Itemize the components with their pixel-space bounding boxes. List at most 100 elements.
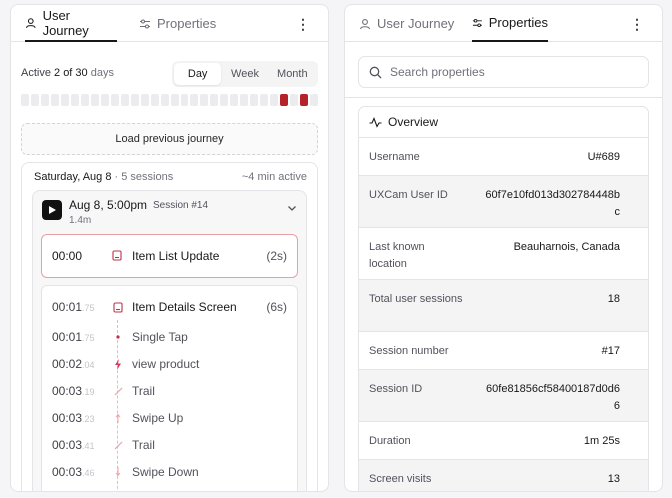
event-label: Item Details Screen <box>132 300 237 314</box>
active-duration: ~4 min active <box>241 171 307 183</box>
tab-label: Properties <box>488 15 548 30</box>
property-key: Screen visits <box>369 473 432 485</box>
day-cell[interactable] <box>160 94 169 106</box>
event-time: 00:03.46 <box>52 465 95 479</box>
day-cell[interactable] <box>240 94 249 106</box>
day-cell[interactable] <box>40 94 49 106</box>
more-options-icon[interactable]: ⋮ <box>628 15 646 33</box>
event-duration: (6s) <box>266 300 287 314</box>
day-cell[interactable] <box>50 94 59 106</box>
day-cell[interactable] <box>120 94 129 106</box>
property-value: 18 <box>607 293 620 305</box>
event-row[interactable]: 00:03.46 Swipe Down <box>42 461 297 483</box>
day-cell[interactable] <box>210 94 219 106</box>
arrow-up-icon <box>112 411 124 425</box>
property-value: 13 <box>607 473 620 485</box>
property-list: Username U#689 UXCam User ID 60f7e10fd013d3… <box>359 138 648 491</box>
property-row: Last known location Beauharnois, Canada <box>359 228 648 280</box>
activity-icon <box>369 116 382 128</box>
day-cell[interactable] <box>190 94 199 106</box>
day-date: Saturday, Aug 8 <box>34 171 112 183</box>
activity-day-bar <box>21 94 319 106</box>
screen-icon <box>112 250 122 264</box>
tab-user-journey[interactable]: User Journey <box>25 5 117 42</box>
property-value: 60fe81856cf58400187d0d66 <box>486 383 620 412</box>
dot-icon <box>112 330 124 344</box>
day-cell[interactable] <box>60 94 69 106</box>
sliders-icon <box>140 19 150 28</box>
play-icon[interactable] <box>42 200 62 220</box>
day-cell[interactable] <box>170 94 179 106</box>
day-cell[interactable] <box>150 94 159 106</box>
day-cell[interactable] <box>180 94 189 106</box>
event-row[interactable]: 00:01.75 Single Tap <box>42 326 297 348</box>
active-day-cell[interactable] <box>300 94 309 106</box>
day-cell[interactable] <box>21 94 29 106</box>
event-row[interactable]: 00:03.19 Trail <box>42 380 297 402</box>
range-week-button[interactable]: Week <box>221 63 268 85</box>
overview-card: Overview Username U#689 UXCam User ID 60f7e… <box>358 106 649 491</box>
tab-properties[interactable]: Properties <box>139 5 216 42</box>
user-journey-panel: User Journey Properties ⋮ Active 2 of 30… <box>10 4 329 492</box>
property-value: Beauharnois, Canada <box>513 241 620 253</box>
range-month-button[interactable]: Month <box>269 63 316 85</box>
properties-panel: User Journey Properties ⋮ Overview Usern… <box>344 4 663 492</box>
property-value: U#689 <box>587 151 620 163</box>
overview-header: Overview <box>359 107 648 138</box>
range-selector: Day Week Month <box>172 61 318 87</box>
search-box <box>358 56 649 88</box>
day-cell[interactable] <box>130 94 139 106</box>
screen-event-group: 00:01.75 Item Details Screen (6s) 00:01.… <box>41 285 298 491</box>
day-cell[interactable] <box>290 94 299 106</box>
sliders-icon <box>472 18 482 27</box>
chevron-down-icon[interactable] <box>286 202 298 214</box>
day-cell[interactable] <box>110 94 119 106</box>
active-day-cell[interactable] <box>280 94 289 106</box>
day-cell[interactable] <box>100 94 109 106</box>
event-time: 00:03.23 <box>52 411 95 425</box>
day-cell[interactable] <box>90 94 99 106</box>
event-label: Item List Update <box>132 249 220 263</box>
tab-label: User Journey <box>377 16 455 31</box>
property-key: Last known location <box>369 241 425 270</box>
day-cell[interactable] <box>230 94 239 106</box>
tab-user-journey[interactable]: User Journey <box>359 5 454 42</box>
day-cell[interactable] <box>80 94 89 106</box>
session-count: · 5 sessions <box>111 171 174 183</box>
more-options-icon[interactable]: ⋮ <box>294 15 312 33</box>
day-cell[interactable] <box>220 94 229 106</box>
event-item-list-update[interactable]: 00:00 Item List Update (2s) <box>41 234 298 278</box>
search-input[interactable] <box>390 65 630 79</box>
property-row: Screen visits 13 <box>359 460 648 491</box>
property-key: Username <box>369 151 420 163</box>
property-key: Duration <box>369 435 411 447</box>
event-row[interactable]: 00:03.23 Swipe Up <box>42 407 297 429</box>
event-duration: (2s) <box>266 249 287 263</box>
day-cell[interactable] <box>270 94 279 106</box>
day-cell[interactable] <box>250 94 259 106</box>
day-cell[interactable] <box>140 94 149 106</box>
day-cell[interactable] <box>310 94 319 106</box>
event-label: view product <box>132 357 200 371</box>
trail-icon <box>112 384 124 398</box>
tab-bar: User Journey Properties ⋮ <box>11 5 328 42</box>
event-row[interactable]: 00:03.41 Trail <box>42 434 297 456</box>
property-key: UXCam User ID <box>369 189 448 201</box>
day-cell[interactable] <box>200 94 209 106</box>
day-card: Saturday, Aug 8 · 5 sessions ~4 min acti… <box>21 162 318 491</box>
day-cell[interactable] <box>30 94 39 106</box>
tab-properties[interactable]: Properties <box>472 5 548 42</box>
event-time: 00:00 <box>52 249 83 263</box>
event-row[interactable]: 00:02.04 view product <box>42 353 297 375</box>
property-row: Total user sessions 18 <box>359 280 648 332</box>
trail-icon <box>112 438 124 452</box>
property-key: Total user sessions <box>369 293 463 305</box>
range-day-button[interactable]: Day <box>174 63 222 85</box>
load-previous-journey-button[interactable]: Load previous journey <box>21 123 318 155</box>
activity-summary: Active 2 of 30 days Day Week Month <box>21 61 318 87</box>
event-item-details-screen[interactable]: 00:01.75 Item Details Screen (6s) <box>42 296 297 318</box>
tab-bar: User Journey Properties ⋮ <box>345 5 662 42</box>
day-cell[interactable] <box>260 94 269 106</box>
active-days-text: Active 2 of 30 days <box>21 67 114 79</box>
day-cell[interactable] <box>70 94 79 106</box>
